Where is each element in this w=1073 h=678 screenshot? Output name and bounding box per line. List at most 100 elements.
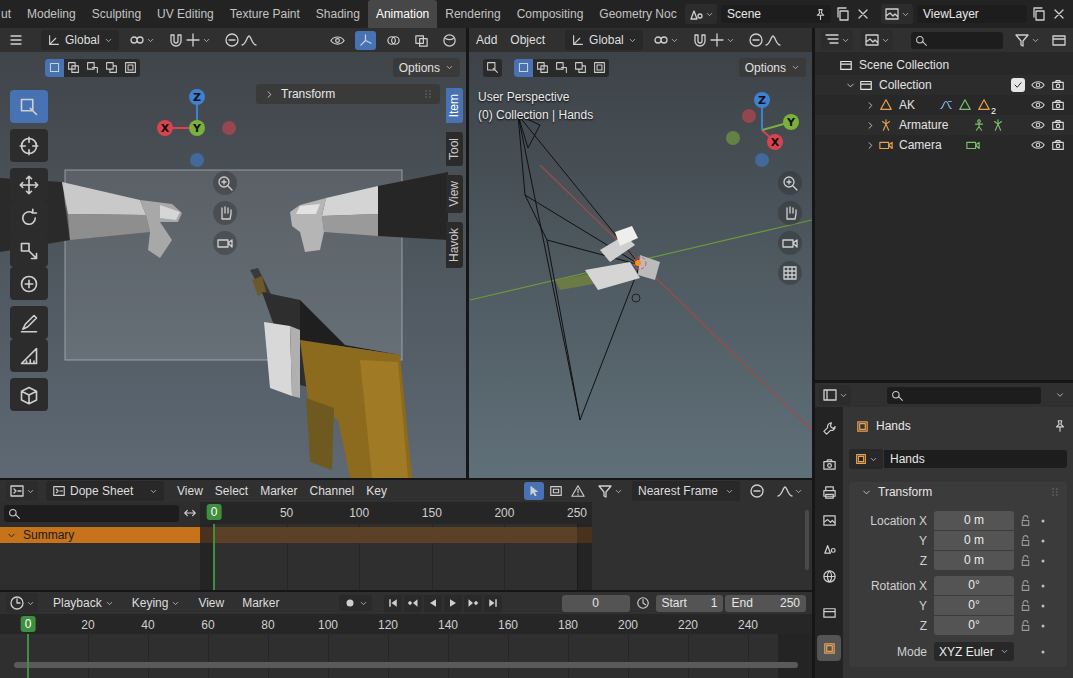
header-toggle[interactable] [439,31,460,50]
workspace-tab[interactable]: Animation [368,0,437,28]
header-menu[interactable]: View [174,482,206,500]
copy-icon[interactable] [1031,6,1047,22]
editor-type-button[interactable] [6,593,38,613]
workspace-tab[interactable]: Rendering [437,0,508,28]
rotation-mode-dropdown[interactable]: XYZ Euler [934,642,1014,661]
outliner-row[interactable]: Collection [815,75,1073,95]
select-tool-button[interactable] [483,59,502,77]
lock-icon[interactable] [1019,599,1032,612]
orientation-dropdown[interactable]: Global [565,30,643,50]
play-reverse-button[interactable] [424,595,442,612]
dot-icon[interactable] [1037,555,1049,567]
camera-view-button[interactable] [213,231,237,255]
outliner-row[interactable]: Scene Collection [815,55,1073,75]
channel-search-field[interactable] [4,505,179,522]
negative-axis-handle[interactable] [755,153,769,167]
eye-icon[interactable] [1031,98,1045,112]
tool-button[interactable] [10,267,48,300]
number-field[interactable]: 0 m [934,531,1014,550]
auto-key-button[interactable] [339,595,372,611]
tool-button[interactable] [10,168,48,201]
properties-tab[interactable] [817,563,841,589]
header-menu[interactable]: View [195,594,227,612]
select-mode-button[interactable] [64,59,83,77]
filter-dropdown[interactable] [594,481,626,501]
snap-dropdown[interactable]: Nearest Frame [632,481,740,501]
camera-view-button[interactable] [778,231,802,255]
chev-icon[interactable] [845,80,856,91]
header-toggle[interactable] [383,31,404,50]
tool-button[interactable] [10,306,48,339]
number-field[interactable]: 0 m [934,511,1014,530]
proportional-toggle[interactable] [221,30,260,50]
negative-axis-handle[interactable] [726,131,740,145]
camera-object[interactable] [518,115,640,420]
lock-icon[interactable] [1019,554,1032,567]
eye-icon[interactable] [1031,118,1045,132]
outliner-row[interactable]: Camera [815,135,1073,155]
navigation-gizmo[interactable]: ZYX [719,90,809,176]
sidebar-tab[interactable]: View [446,175,463,213]
pivot-dropdown[interactable] [126,30,158,50]
workspace-tab[interactable]: Texture Paint [222,0,308,28]
header-menu[interactable]: Marker [239,594,282,612]
dot-icon[interactable] [1037,600,1049,612]
eye-icon[interactable] [1031,138,1045,152]
select-mode-button[interactable] [533,59,552,77]
chev-r-icon[interactable] [865,100,876,111]
editor-type-button[interactable] [821,30,853,50]
navigation-gizmo[interactable]: XZY [155,83,245,175]
swap-icon[interactable] [183,506,197,520]
negative-axis-handle[interactable] [222,121,236,135]
select-mode-button[interactable] [45,59,64,77]
chev-r-icon[interactable] [865,140,876,151]
x-icon[interactable] [1051,6,1067,22]
select-mode-button[interactable] [552,59,571,77]
number-field[interactable]: 0° [934,596,1014,615]
number-field[interactable]: 0° [934,616,1014,635]
orientation-dropdown[interactable]: Global [41,30,119,50]
hands-model[interactable] [555,226,660,302]
chev-r-icon[interactable] [865,120,876,131]
axis-handle[interactable]: Y [783,114,799,130]
options-dropdown[interactable]: Options [739,58,806,77]
header-menu[interactable]: Select [212,482,251,500]
properties-tab[interactable] [817,599,841,625]
view-layer-browse-button[interactable] [881,4,913,24]
tool-button[interactable] [10,90,48,123]
outliner-row[interactable]: Armature [815,115,1073,135]
header-menu[interactable]: Add [473,31,500,49]
end-frame-field[interactable]: End250 [725,595,806,612]
lock-icon[interactable] [1019,619,1032,632]
header-menu[interactable]: Channel [307,482,358,500]
axis-handle[interactable]: X [157,120,173,136]
workspace-tab[interactable]: Compositing [509,0,592,28]
editor-type-button[interactable] [819,385,851,405]
properties-tab[interactable] [817,479,841,505]
header-menu[interactable]: Key [363,482,390,500]
select-mode-button[interactable] [571,59,590,77]
select-mode-button[interactable] [121,59,140,77]
number-field[interactable]: 0 m [934,551,1014,570]
axis-handle[interactable]: X [767,134,783,150]
editor-type-button[interactable] [6,481,38,501]
scene-name-field[interactable]: Scene [721,5,831,23]
current-frame-field[interactable]: 0 [562,595,630,612]
object-browse-button[interactable] [849,449,883,469]
proportional-toggle[interactable] [746,481,768,501]
snap-toggle[interactable] [165,30,214,50]
snap-toggle[interactable] [689,30,738,50]
axis-handle[interactable]: Z [754,92,770,108]
clock-icon[interactable] [636,596,650,610]
scene-browse-button[interactable] [685,4,717,24]
render-icon[interactable] [1051,118,1065,132]
zoom-button[interactable] [213,171,237,195]
tool-button[interactable] [10,201,48,234]
tool-button[interactable] [10,378,48,411]
pan-button[interactable] [778,201,802,225]
header-toggle[interactable] [411,31,432,50]
tool-button[interactable] [10,339,48,372]
outliner-row[interactable]: AK2 [815,95,1073,115]
header-menu[interactable]: Keying [129,594,184,612]
render-icon[interactable] [1051,138,1065,152]
